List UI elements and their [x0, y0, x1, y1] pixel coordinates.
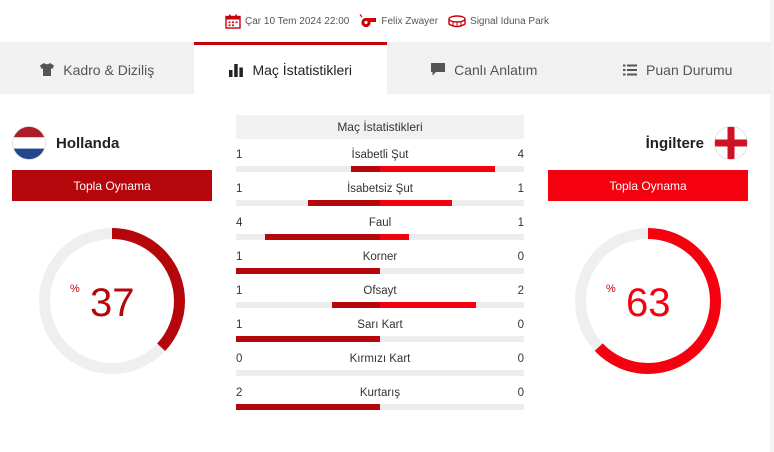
away-possession-value: 63 [626, 281, 671, 325]
stat-row: 1 İsabetli Şut 4 [236, 139, 524, 173]
england-flag-icon [714, 126, 748, 160]
home-team-header: Hollanda [12, 122, 212, 164]
stat-away-value: 1 [517, 183, 524, 195]
tab-lineup-label: Kadro & Diziliş [63, 61, 155, 78]
stat-bar-home [236, 404, 380, 410]
stat-bar-home [308, 200, 380, 206]
stat-bar-home [351, 166, 380, 172]
home-team-panel: Hollanda Topla Oynama [12, 122, 212, 201]
stat-away-value: 1 [517, 217, 524, 229]
scrollbar[interactable] [770, 0, 774, 452]
tab-live-commentary-label: Canlı Anlatım [454, 61, 538, 78]
stat-row: 1 Ofsayt 2 [236, 275, 524, 309]
stat-row: 1 Korner 0 [236, 241, 524, 275]
stat-bar-home [332, 302, 380, 308]
tab-live-commentary[interactable]: Canlı Anlatım [387, 42, 581, 94]
tab-standings[interactable]: Puan Durumu [581, 42, 774, 94]
stat-row: 0 Kırmızı Kart 0 [236, 343, 524, 377]
netherlands-flag-icon [12, 126, 46, 160]
away-team-panel: İngiltere Topla Oynama [548, 122, 748, 201]
stat-label: Kurtarış [359, 387, 401, 399]
stat-away-value: 0 [517, 387, 524, 399]
match-stadium-text: Signal Iduna Park [470, 15, 549, 27]
stat-bar-away [380, 302, 476, 308]
stat-label: Sarı Kart [357, 319, 403, 331]
away-percent-sign: % [606, 283, 616, 295]
match-datetime-text: Çar 10 Tem 2024 22:00 [245, 15, 350, 27]
tab-standings-label: Puan Durumu [646, 61, 733, 78]
home-team-name: Hollanda [56, 134, 120, 152]
stadium-icon [448, 14, 466, 27]
stat-label: Faul [368, 217, 392, 229]
away-possession-label: Topla Oynama [548, 170, 748, 201]
match-referee: Felix Zwayer [359, 14, 438, 28]
match-stats-title: Maç İstatistikleri [236, 115, 524, 139]
tab-lineup[interactable]: Kadro & Diziliş [0, 42, 194, 94]
stat-row: 2 Kurtarış 0 [236, 377, 524, 411]
match-datetime: Çar 10 Tem 2024 22:00 [225, 14, 349, 29]
stat-bar-home [264, 234, 380, 240]
stat-row: 1 Sarı Kart 0 [236, 309, 524, 343]
stat-away-value: 0 [517, 353, 524, 365]
match-stats-rows: 1 İsabetli Şut 4 1 İsabetsiz Şut 1 4 Faul 1 1 Korn… [236, 139, 524, 411]
stat-bar-home [236, 336, 380, 342]
stat-label: Korner [362, 251, 398, 263]
shirt-icon [40, 63, 55, 76]
stat-label: İsabetsiz Şut [347, 183, 413, 195]
home-possession-value: 37 [90, 281, 135, 325]
stat-row: 1 İsabetsiz Şut 1 [236, 173, 524, 207]
home-percent-sign: % [70, 283, 80, 295]
stat-away-value: 2 [517, 285, 524, 297]
away-team-header: İngiltere [548, 122, 748, 164]
stat-bar-away [380, 200, 452, 206]
away-possession-donut: % 63 [572, 225, 724, 377]
stat-bar-track [236, 370, 524, 376]
bar-chart-icon [229, 63, 244, 77]
whistle-icon [359, 14, 377, 28]
stat-label: Ofsayt [363, 285, 397, 297]
stat-bar-away [380, 166, 496, 172]
stat-bar-home [236, 268, 380, 274]
tab-bar: Kadro & Diziliş Maç İstatistikleri Canlı… [0, 42, 774, 94]
stat-label: İsabetli Şut [351, 149, 409, 161]
stat-away-value: 0 [517, 251, 524, 263]
tab-match-stats[interactable]: Maç İstatistikleri [193, 42, 387, 94]
match-info-bar: Çar 10 Tem 2024 22:00 Felix Zwayer Signa… [0, 0, 774, 42]
home-possession-donut: % 37 [36, 225, 188, 377]
away-team-name: İngiltere [645, 134, 704, 152]
tab-match-stats-label: Maç İstatistikleri [252, 61, 353, 78]
match-stats-panel: Maç İstatistikleri 1 İsabetli Şut 4 1 İsabet… [236, 115, 524, 411]
match-stadium: Signal Iduna Park [448, 14, 549, 28]
stat-away-value: 0 [517, 319, 524, 331]
stat-label: Kırmızı Kart [349, 353, 411, 365]
stat-row: 4 Faul 1 [236, 207, 524, 241]
stat-bar-away [380, 234, 409, 240]
home-possession-label: Topla Oynama [12, 170, 212, 201]
speech-bubble-icon [431, 63, 446, 76]
match-referee-text: Felix Zwayer [381, 15, 439, 27]
list-icon [623, 64, 638, 75]
stat-away-value: 4 [517, 149, 524, 161]
calendar-icon [225, 14, 241, 29]
